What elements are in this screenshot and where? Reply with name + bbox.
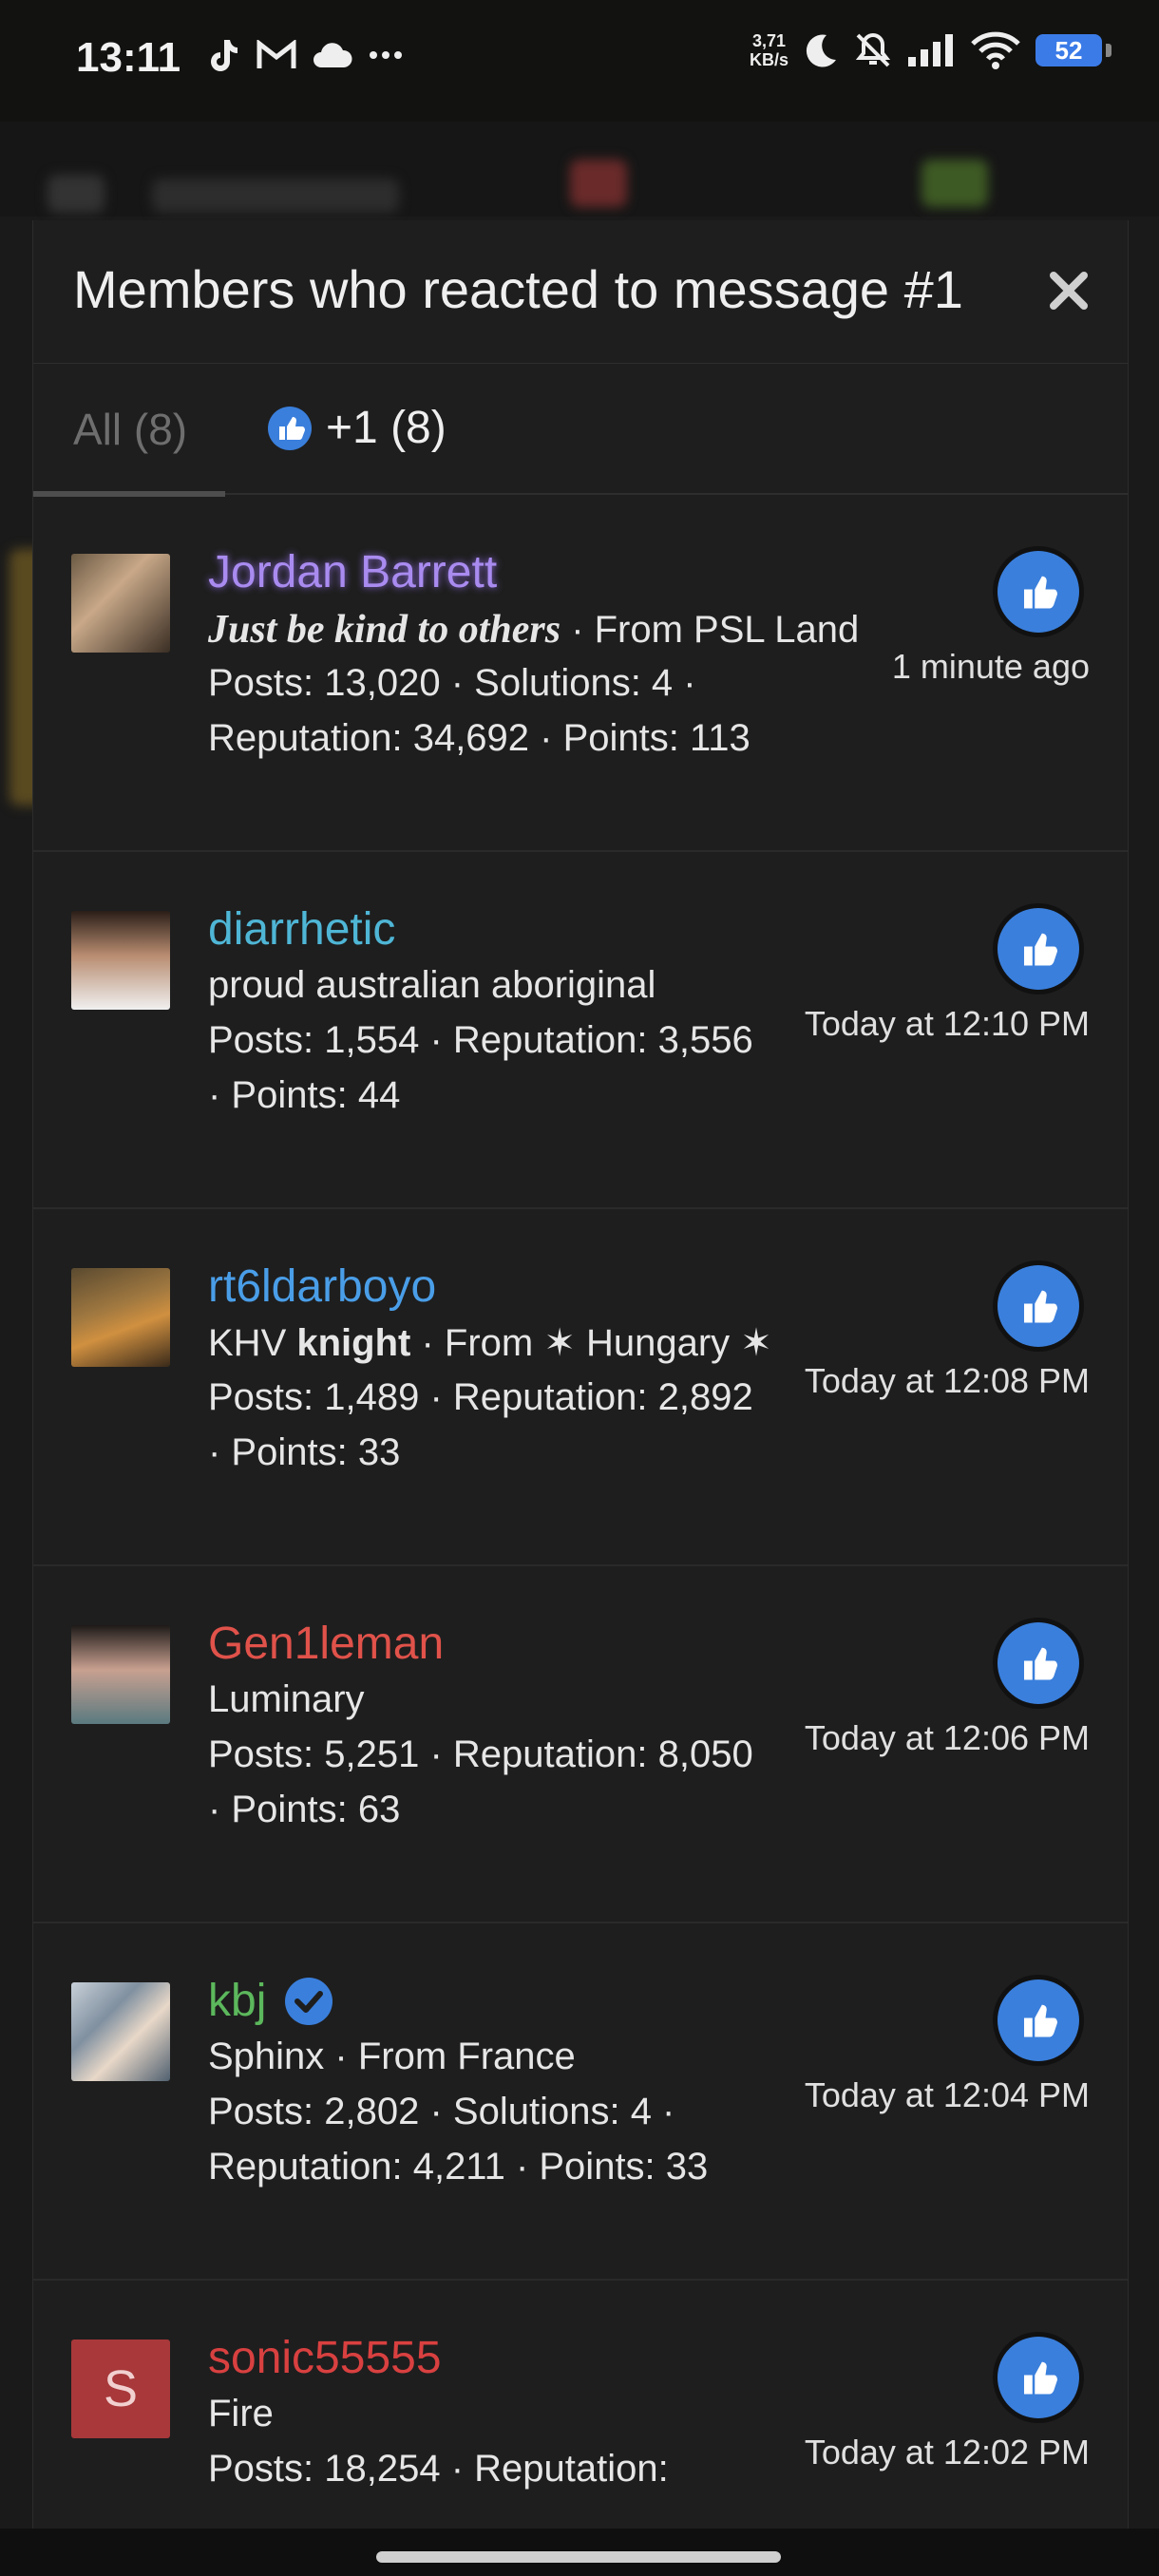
reaction-tabs: All (8) +1 (8) — [33, 364, 1128, 497]
member-title-prefix: KHV — [208, 1322, 297, 1364]
bell-off-icon — [855, 32, 891, 67]
moon-icon — [806, 34, 836, 67]
battery-level: 52 — [1054, 35, 1083, 65]
reaction-thumbs-up-icon — [993, 1260, 1084, 1352]
member-name[interactable]: Gen1leman — [208, 1618, 444, 1670]
member-title: Luminary — [208, 1678, 365, 1720]
cloud-icon — [314, 43, 352, 67]
tab-all-label: All (8) — [73, 405, 188, 454]
member-name-text: rt6ldarboyo — [208, 1261, 437, 1312]
member-stats: Posts: 18,254 · Reputation: — [208, 2448, 669, 2490]
member-name-text: kbj — [208, 1976, 267, 2026]
net-speed: 3,71 KB/s — [750, 31, 788, 69]
member-stats: Posts: 1,554 · Reputation: 3,556 — [208, 1019, 753, 1061]
home-indicator[interactable] — [376, 2551, 781, 2563]
member-stats: Posts: 5,251 · Reputation: 8,050 — [208, 1733, 753, 1775]
status-bar: 13:11 3,71 KB/s 52 — [0, 0, 1159, 122]
list-item: S sonic55555 Fire Posts: 18,254 · Reputa… — [33, 2281, 1128, 2529]
reaction-time[interactable]: Today at 12:02 PM — [805, 2433, 1090, 2472]
list-item: Jordan Barrett Just be kind to others · … — [33, 495, 1128, 852]
background-blob — [922, 160, 988, 207]
reaction-thumbs-up-icon — [993, 2332, 1084, 2423]
signal-icon — [908, 34, 953, 66]
reaction-thumbs-up-icon — [993, 546, 1084, 637]
avatar[interactable]: S — [71, 2339, 170, 2438]
member-name-text: sonic55555 — [208, 2333, 442, 2383]
avatar[interactable] — [71, 554, 170, 653]
reaction-time[interactable]: 1 minute ago — [892, 647, 1090, 687]
modal-title: Members who reacted to message #1 — [73, 259, 963, 319]
reactions-modal: Members who reacted to message #1 All (8… — [32, 220, 1129, 2529]
status-right-icons: 3,71 KB/s 52 — [750, 30, 1112, 70]
member-title: Sphinx · From France — [208, 2036, 576, 2077]
member-name[interactable]: diarrhetic — [208, 903, 395, 956]
member-stats: Reputation: 34,692 · Points: 113 — [208, 717, 750, 759]
wifi-icon — [971, 31, 1020, 69]
tab-plus-one-label: +1 (8) — [326, 403, 446, 453]
reaction-time[interactable]: Today at 12:08 PM — [805, 1361, 1090, 1401]
reaction-thumbs-up-icon — [993, 903, 1084, 994]
reaction-time[interactable]: Today at 12:06 PM — [805, 1718, 1090, 1758]
battery-icon: 52 — [1036, 34, 1112, 66]
list-item: diarrhetic proud australian aboriginal P… — [33, 852, 1128, 1209]
close-icon — [1050, 272, 1088, 310]
member-name-text: Jordan Barrett — [208, 547, 498, 597]
reaction-time[interactable]: Today at 12:04 PM — [805, 2075, 1090, 2115]
member-location: · From PSL Land — [560, 609, 860, 651]
close-button[interactable] — [1040, 262, 1097, 319]
background-blob — [152, 179, 399, 213]
member-stats: · Points: 33 — [208, 1431, 401, 1473]
member-name[interactable]: Jordan Barrett — [208, 546, 497, 598]
avatar-letter: S — [103, 2360, 139, 2417]
member-location: · From ✶ Hungary ✶ — [410, 1322, 772, 1364]
modal-header: Members who reacted to message #1 — [33, 220, 1128, 364]
member-stats: · Points: 63 — [208, 1789, 401, 1830]
avatar[interactable] — [71, 1982, 170, 2081]
avatar[interactable] — [71, 1268, 170, 1367]
member-name[interactable]: kbj — [208, 1975, 334, 2027]
verified-badge-icon — [285, 1977, 333, 2025]
net-speed-unit: KB/s — [749, 50, 788, 69]
member-title: KHV knight · From ✶ Hungary ✶ — [208, 1321, 772, 1365]
member-name[interactable]: rt6ldarboyo — [208, 1260, 436, 1313]
member-title-bold: knight — [296, 1322, 411, 1364]
member-title-text: Just be kind to others — [208, 608, 561, 652]
member-stats: · Points: 44 — [208, 1074, 401, 1116]
member-stats: Posts: 13,020 · Solutions: 4 · — [208, 662, 696, 704]
reaction-time[interactable]: Today at 12:10 PM — [805, 1004, 1090, 1044]
more-icon — [370, 51, 402, 59]
thumbs-up-icon — [268, 406, 312, 450]
gmail-icon — [256, 40, 296, 68]
tiktok-icon — [211, 40, 238, 71]
background-blob — [48, 175, 104, 213]
member-stats: Posts: 1,489 · Reputation: 2,892 — [208, 1376, 753, 1418]
list-item: kbj Sphinx · From France Posts: 2,802 · … — [33, 1923, 1128, 2281]
list-item: Gen1leman Luminary Posts: 5,251 · Reputa… — [33, 1566, 1128, 1923]
member-stats: Posts: 2,802 · Solutions: 4 · — [208, 2091, 675, 2132]
tab-all[interactable]: All (8) — [33, 364, 225, 497]
tab-plus-one[interactable]: +1 (8) — [267, 402, 446, 454]
member-name[interactable]: sonic55555 — [208, 2332, 442, 2384]
member-name-text: diarrhetic — [208, 904, 396, 955]
status-left-icons — [203, 36, 403, 74]
reaction-thumbs-up-icon — [993, 1618, 1084, 1709]
member-stats: Reputation: 4,211 · Points: 33 — [208, 2146, 709, 2188]
list-item: rt6ldarboyo KHV knight · From ✶ Hungary … — [33, 1209, 1128, 1566]
member-title: Fire — [208, 2393, 274, 2434]
net-speed-value: 3,71 — [751, 31, 787, 50]
avatar[interactable] — [71, 1625, 170, 1724]
reaction-thumbs-up-icon — [993, 1975, 1084, 2066]
member-title: Just be kind to others · From PSL Land — [208, 607, 859, 653]
avatar[interactable] — [71, 911, 170, 1010]
background-blob — [570, 160, 627, 207]
member-title: proud australian aboriginal — [208, 964, 656, 1006]
status-time: 13:11 — [76, 34, 181, 81]
member-name-text: Gen1leman — [208, 1619, 445, 1669]
